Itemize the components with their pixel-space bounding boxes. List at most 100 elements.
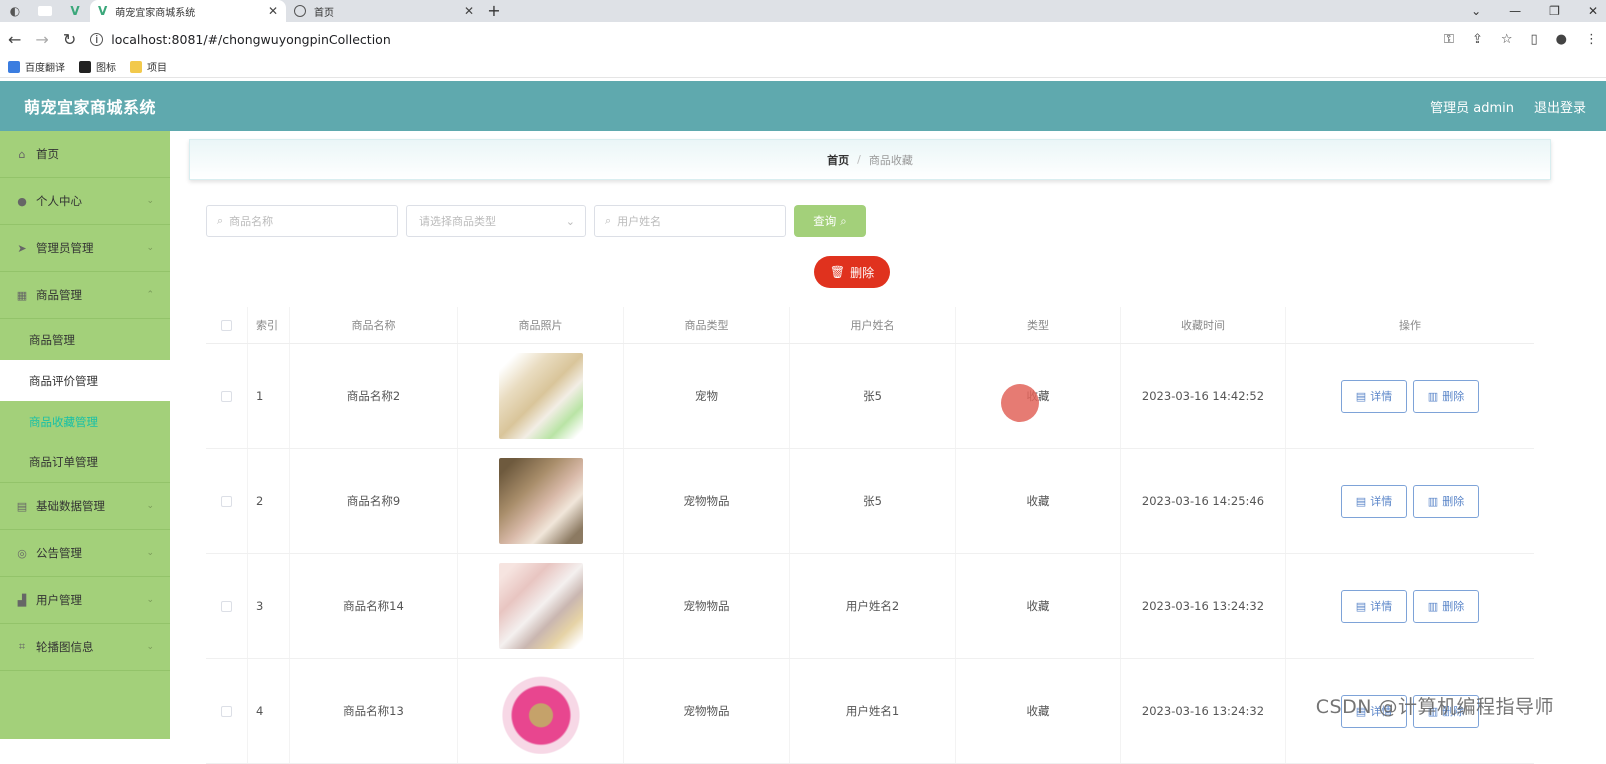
select-all-checkbox[interactable] xyxy=(221,319,232,331)
blank-tab[interactable] xyxy=(30,0,60,22)
row-checkbox[interactable] xyxy=(221,495,232,507)
goods-photo xyxy=(498,668,583,754)
delete-button[interactable]: ▥ 删除 xyxy=(1413,379,1479,413)
submenu-goods[interactable]: 商品管理 xyxy=(0,319,170,360)
sidebar-item-goods[interactable]: ▦ 商品管理 ⌃ xyxy=(0,272,170,319)
batch-delete-button[interactable]: 🗑 删除 xyxy=(814,256,890,288)
translate-icon xyxy=(8,60,20,73)
document-icon: ▤ xyxy=(1355,389,1367,403)
trash-icon: ▥ xyxy=(1427,389,1439,403)
search-icon: ⌕ xyxy=(217,214,224,227)
globe-icon[interactable]: ◐ xyxy=(0,0,30,22)
sidebar-item-notice[interactable]: ◎ 公告管理 ⌄ xyxy=(0,530,170,577)
submenu-goods-collection[interactable]: 商品收藏管理 xyxy=(0,401,170,442)
tab-active[interactable]: V 萌宠宜家商城系统 ✕ xyxy=(90,0,286,22)
key-icon[interactable]: ⚿ xyxy=(1444,32,1454,47)
chevron-down-icon: ⌄ xyxy=(146,196,154,206)
home-icon: ⌂ xyxy=(18,147,26,161)
cell-name: 商品名称2 xyxy=(290,344,458,448)
sidebar-item-profile[interactable]: ● 个人中心 ⌄ xyxy=(0,178,170,225)
menu-icon[interactable]: ⋮ xyxy=(1585,32,1598,47)
bookmark-item[interactable]: 百度翻译 xyxy=(8,59,65,74)
share-icon[interactable]: ⇪ xyxy=(1472,32,1483,47)
detail-button[interactable]: ▤ 详情 xyxy=(1341,484,1407,518)
profile-icon[interactable]: ● xyxy=(1556,32,1567,47)
sidebar-item-home[interactable]: ⌂ 首页 xyxy=(0,131,170,178)
goods-name-input[interactable]: ⌕ 商品名称 xyxy=(206,205,398,237)
close-icon[interactable]: ✕ xyxy=(464,4,474,18)
cell-user: 张5 xyxy=(790,449,956,553)
star-icon[interactable]: ☆ xyxy=(1501,32,1513,47)
chevron-down-icon: ⌄ xyxy=(146,501,154,511)
sidebar-item-admin[interactable]: ➤ 管理员管理 ⌄ xyxy=(0,225,170,272)
cell-user: 张5 xyxy=(790,344,956,448)
sidepanel-icon[interactable]: ▯ xyxy=(1531,32,1538,47)
chevron-down-icon: ⌄ xyxy=(146,595,154,605)
globe-icon xyxy=(294,5,306,17)
breadcrumb-home[interactable]: 首页 xyxy=(827,152,849,168)
detail-button[interactable]: ▤ 详情 xyxy=(1341,589,1407,623)
vue-logo-icon: V xyxy=(98,4,108,18)
row-checkbox[interactable] xyxy=(221,705,232,717)
close-window-icon[interactable]: ✕ xyxy=(1588,4,1598,18)
data-icon: ▤ xyxy=(16,499,28,513)
back-icon[interactable]: ← xyxy=(8,30,21,49)
reload-icon[interactable]: ↻ xyxy=(63,30,76,49)
user-icon: ● xyxy=(17,194,27,208)
delete-button[interactable]: ▥ 删除 xyxy=(1413,589,1479,623)
cell-category: 宠物物品 xyxy=(624,554,790,658)
bookmark-item[interactable]: 图标 xyxy=(79,59,116,74)
cell-time: 2023-03-16 14:42:52 xyxy=(1121,344,1286,448)
restore-icon[interactable]: ❐ xyxy=(1549,4,1560,18)
goods-photo xyxy=(498,563,583,649)
cell-name: 商品名称13 xyxy=(290,659,458,763)
info-icon[interactable]: i xyxy=(90,32,104,46)
window-controls: ⌄ — ❐ ✕ xyxy=(1471,0,1598,22)
goods-type-select[interactable]: 请选择商品类型 ⌄ xyxy=(406,205,586,237)
close-icon[interactable]: ✕ xyxy=(268,4,278,18)
submenu-goods-order[interactable]: 商品订单管理 xyxy=(0,442,170,483)
vue-tab-icon[interactable]: V xyxy=(60,0,90,22)
sidebar-item-users[interactable]: ▟ 用户管理 ⌄ xyxy=(0,577,170,624)
new-tab-button[interactable]: + xyxy=(482,0,506,22)
watermark: CSDN @计算机编程指导师 xyxy=(1315,696,1554,718)
table-row: 2 商品名称9 宠物物品 张5 收藏 2023-03-16 14:25:46 ▤… xyxy=(206,449,1534,554)
sidebar: ⌂ 首页 ● 个人中心 ⌄ ➤ 管理员管理 ⌄ ▦ 商品管理 ⌃ 商品管理 商品评价管理 商品… xyxy=(0,131,170,739)
cell-category: 宠物 xyxy=(624,344,790,448)
submenu-goods-review[interactable]: 商品评价管理 xyxy=(0,360,170,401)
image-icon xyxy=(79,60,91,73)
detail-button[interactable]: ▤ 详情 xyxy=(1341,379,1407,413)
goods-photo xyxy=(498,458,583,544)
cell-index: 1 xyxy=(248,344,290,448)
app-header: 萌宠宜家商城系统 管理员 admin 退出登录 xyxy=(0,81,1606,131)
search-button[interactable]: 查询 ⌕ xyxy=(794,205,866,237)
search-icon: ⌕ xyxy=(840,213,847,228)
delete-button[interactable]: ▥ 删除 xyxy=(1413,484,1479,518)
chevron-down-icon[interactable]: ⌄ xyxy=(1471,4,1481,18)
forward-icon[interactable]: → xyxy=(35,30,48,49)
mouse-cursor-highlight xyxy=(1001,384,1039,422)
chevron-up-icon: ⌃ xyxy=(146,290,154,300)
header-user: 用户姓名 xyxy=(790,307,956,343)
notice-icon: ◎ xyxy=(17,546,27,560)
url-field[interactable]: i localhost:8081/#/chongwuyongpinCollect… xyxy=(90,32,1430,47)
tab-home[interactable]: 首页 ✕ xyxy=(286,0,482,22)
row-checkbox[interactable] xyxy=(221,600,232,612)
logout-link[interactable]: 退出登录 xyxy=(1534,97,1586,116)
breadcrumb: 首页 / 商品收藏 xyxy=(189,139,1551,180)
row-checkbox[interactable] xyxy=(221,390,232,402)
sidebar-item-carousel[interactable]: ⌗ 轮播图信息 ⌄ xyxy=(0,624,170,671)
cell-index: 2 xyxy=(248,449,290,553)
trash-icon: ▥ xyxy=(1427,599,1439,613)
header-photo: 商品照片 xyxy=(458,307,624,343)
cell-time: 2023-03-16 13:24:32 xyxy=(1121,554,1286,658)
user-name-input[interactable]: ⌕ 用户姓名 xyxy=(594,205,786,237)
folder-icon xyxy=(130,60,142,73)
sidebar-item-basedata[interactable]: ▤ 基础数据管理 ⌄ xyxy=(0,483,170,530)
goods-photo xyxy=(498,353,583,439)
table-row: 1 商品名称2 宠物 张5 收藏 2023-03-16 14:42:52 ▤详情… xyxy=(206,344,1534,449)
minimize-icon[interactable]: — xyxy=(1509,4,1521,18)
bookmarks-bar: 百度翻译 图标 项目 xyxy=(0,56,1606,78)
breadcrumb-current: 商品收藏 xyxy=(868,153,913,167)
bookmark-item[interactable]: 项目 xyxy=(130,59,167,74)
